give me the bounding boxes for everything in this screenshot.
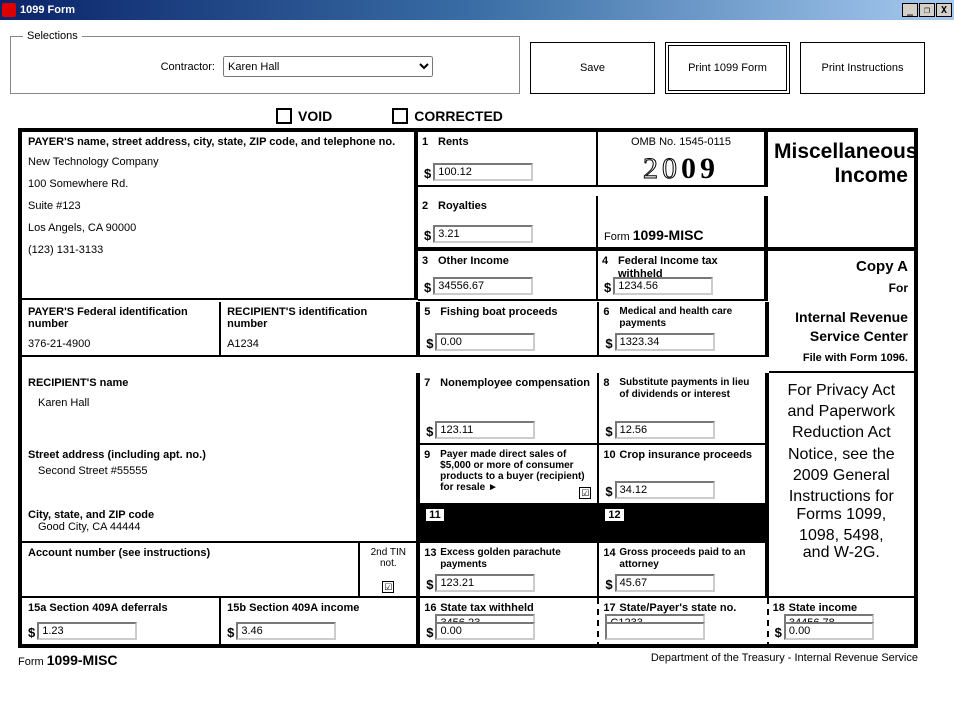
selections-legend: Selections [23,30,82,42]
omb-year-cell: OMB No. 1545-0115 2009 [598,132,768,187]
box-13-input[interactable]: 123.21 [435,574,535,592]
box-7: 7Nonemployee compensation $123.11 [420,373,599,445]
box-8: 8Substitute payments in lieu of dividend… [599,373,768,445]
recipient-city: City, state, and ZIP code Good City, CA … [22,505,420,543]
void-label: VOID [298,108,332,124]
box-14: 14Gross proceeds paid to an attorney $45… [599,543,768,598]
box-16: 16State tax withheld $3456.23 $0.00 [420,598,599,648]
print-instructions-button[interactable]: Print Instructions [800,42,925,94]
box-8-input[interactable]: 12.56 [615,421,715,439]
box-15a-input[interactable]: 1.23 [37,622,137,640]
box-1: 1Rents $100.12 [418,132,598,187]
recipient-addr: Street address (including apt. no.) Seco… [22,445,420,505]
box-14-input[interactable]: 45.67 [615,574,715,592]
save-button[interactable]: Save [530,42,655,94]
box-10: 10Crop insurance proceeds $34.12 [599,445,768,505]
box-17: 17State/Payer's state no. C1233 [599,598,768,648]
recipient-id: RECIPIENT'S identification number A1234 [221,302,420,357]
form-footer: Form 1099-MISC Department of the Treasur… [18,648,918,668]
form-title: MiscellaneousIncome [768,132,918,196]
selections-group: Selections Contractor: Karen Hall [10,30,520,94]
close-button[interactable]: X [936,3,952,17]
minimize-button[interactable]: _ [902,3,918,17]
account-number: Account number (see instructions) [22,543,360,598]
box-9: 9Payer made direct sales of $5,000 or mo… [420,445,599,505]
contractor-label: Contractor: [23,61,223,73]
box-3: 3Other Income $34556.67 [418,251,598,301]
box-5-input[interactable]: 0.00 [435,333,535,351]
box-9-checkbox[interactable]: ☑ [579,487,591,499]
window-title: 1099 Form [20,4,75,16]
corrected-checkbox[interactable] [392,108,408,124]
tin-checkbox[interactable]: ☑ [382,581,394,593]
form-1099: PAYER'S name, street address, city, stat… [18,128,918,648]
box-2-input[interactable]: 3.21 [433,225,533,243]
copy-a-block: Copy A For [768,251,918,302]
box-7-input[interactable]: 123.11 [435,421,535,439]
void-checkbox[interactable] [276,108,292,124]
corrected-label: CORRECTED [414,108,503,124]
box-10-input[interactable]: 34.12 [615,481,715,499]
box-4-input[interactable]: 1234.56 [613,277,713,295]
copy-a-block2: Internal Revenue Service Center File wit… [769,302,918,373]
payer-fid: PAYER'S Federal identification number 37… [22,302,221,357]
contractor-select[interactable]: Karen Hall [223,56,433,77]
box-15a: 15a Section 409A deferrals $1.23 [22,598,221,648]
box-15b: 15b Section 409A income $3.46 [221,598,420,648]
box-2: 2Royalties $3.21 [418,196,598,251]
box-18-input2[interactable]: 0.00 [784,622,874,640]
pdf-icon [2,3,16,17]
box-4: 4Federal Income tax withheld $1234.56 [598,251,768,301]
tin-not: 2nd TIN not. ☑ [360,543,420,598]
window-titlebar: 1099 Form _ ❐ X [0,0,954,20]
payer-block: PAYER'S name, street address, city, stat… [22,132,418,300]
box-3-input[interactable]: 34556.67 [433,277,533,295]
recipient-name: RECIPIENT'S name Karen Hall [22,373,420,445]
form-code-cell: Form 1099-MISC [598,196,768,251]
box-6: 6Medical and health care payments $1323.… [599,302,768,357]
box-17-input2[interactable] [605,622,705,640]
box-5: 5Fishing boat proceeds $0.00 [420,302,599,357]
privacy-block: For Privacy Act and Paperwork Reduction … [769,373,918,445]
maximize-button[interactable]: ❐ [919,3,935,17]
print-1099-button[interactable]: Print 1099 Form [665,42,790,94]
box-15b-input[interactable]: 3.46 [236,622,336,640]
box-1-input[interactable]: 100.12 [433,163,533,181]
box-18: 18State income $34456.78 $0.00 [769,598,918,648]
box-6-input[interactable]: 1323.34 [615,333,715,351]
box-12: 12 [599,505,768,543]
box-11: 11 [420,505,599,543]
box-13: 13Excess golden parachute payments $123.… [420,543,599,598]
box-16-input2[interactable]: 0.00 [435,622,535,640]
